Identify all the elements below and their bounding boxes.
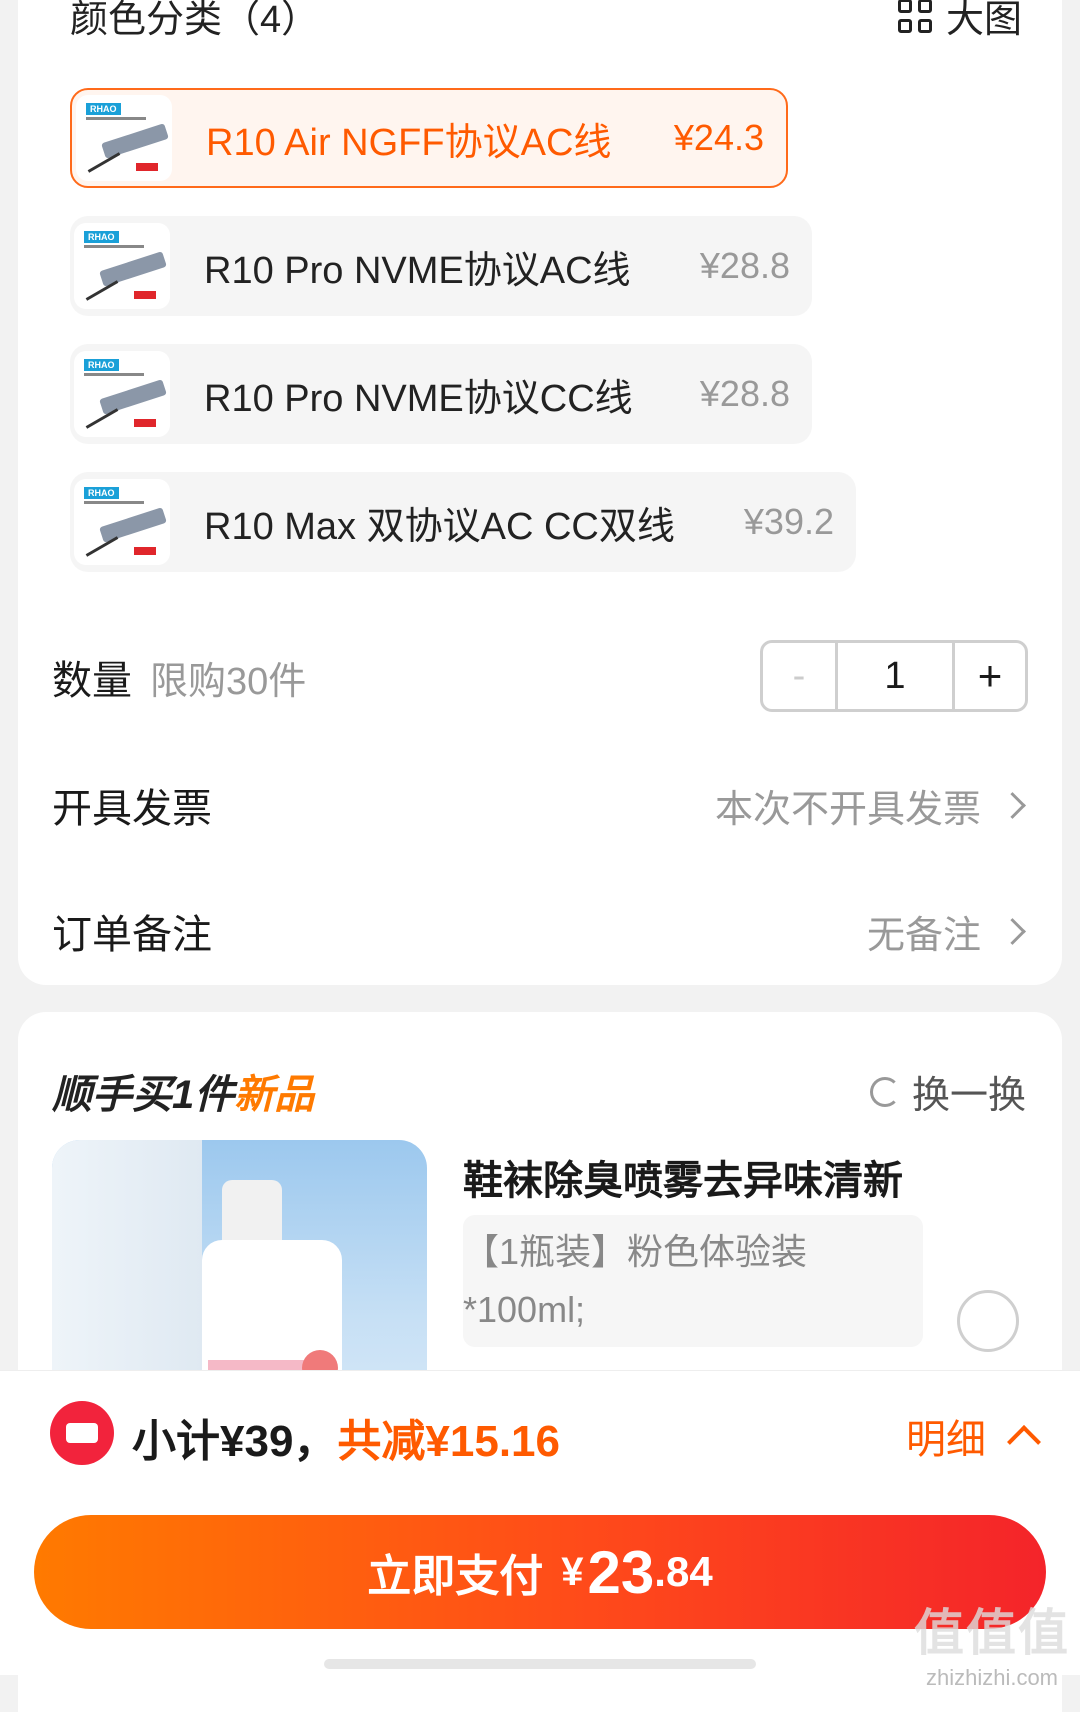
refresh-icon bbox=[869, 1076, 900, 1107]
sku-option-name: R10 Pro NVME协议AC线 bbox=[204, 249, 631, 292]
quantity-row: 数量 限购30件 bbox=[52, 648, 306, 706]
sku-option-3[interactable]: RHAO R10 Pro NVME协议CC线 ¥28.8 bbox=[70, 344, 812, 444]
spec-line-1: 【1瓶装】粉色体验装 bbox=[463, 1231, 808, 1272]
color-section-title: 颜色分类（4） bbox=[70, 0, 320, 41]
remark-value: 无备注 bbox=[866, 915, 981, 957]
watermark: 值值值 zhizhizhi.com bbox=[914, 1593, 1070, 1691]
quantity-label: 数量 bbox=[52, 659, 132, 703]
quantity-stepper[interactable]: - 1 + bbox=[760, 640, 1028, 712]
sku-option-4[interactable]: RHAO R10 Max 双协议AC CC双线 ¥39.2 bbox=[70, 472, 856, 572]
brand-logo: RHAO bbox=[86, 103, 121, 115]
invoice-label: 开具发票 bbox=[52, 787, 212, 831]
remark-selector[interactable]: 无备注 bbox=[866, 904, 1026, 959]
sku-thumbnail: RHAO bbox=[74, 223, 170, 309]
big-image-toggle[interactable]: 大图 bbox=[897, 0, 1022, 43]
swap-button[interactable]: 换一换 bbox=[869, 1064, 1026, 1119]
subtotal-amount: 小计¥39， bbox=[132, 1417, 338, 1466]
subtotal-text: 小计¥39，共减¥15.16 bbox=[132, 1405, 560, 1469]
swap-label: 换一换 bbox=[911, 1075, 1026, 1117]
sku-option-1[interactable]: RHAO R10 Air NGFF协议AC线 ¥24.3 bbox=[70, 88, 788, 188]
spec-line-2: *100ml; bbox=[463, 1289, 586, 1330]
add-on-title: 顺手买1件新品 bbox=[52, 1062, 314, 1120]
discount-amount: 共减¥15.16 bbox=[337, 1417, 560, 1466]
sku-option-price: ¥28.8 bbox=[699, 373, 790, 414]
increment-button[interactable]: + bbox=[955, 643, 1025, 709]
invoice-value: 本次不开具发票 bbox=[714, 789, 981, 831]
checkout-footer: 小计¥39，共减¥15.16 明细 立即支付 ¥ 23 .84 值值值 zhiz… bbox=[0, 1370, 1080, 1690]
sku-thumbnail: RHAO bbox=[76, 95, 172, 181]
pay-now-button[interactable]: 立即支付 ¥ 23 .84 bbox=[34, 1515, 1046, 1629]
pay-currency: ¥ bbox=[561, 1549, 584, 1594]
add-on-title-highlight: 新品 bbox=[234, 1073, 315, 1117]
sku-thumbnail: RHAO bbox=[74, 479, 170, 565]
sku-option-name: R10 Air NGFF协议AC线 bbox=[206, 121, 612, 164]
sku-option-price: ¥28.8 bbox=[699, 245, 790, 286]
big-image-label: 大图 bbox=[945, 0, 1022, 41]
brand-logo: RHAO bbox=[84, 231, 119, 243]
home-indicator bbox=[324, 1659, 756, 1669]
decrement-button[interactable]: - bbox=[763, 643, 838, 709]
sku-option-price: ¥24.3 bbox=[673, 117, 764, 158]
grid-icon bbox=[897, 0, 932, 33]
chevron-up-icon bbox=[1007, 1425, 1041, 1459]
add-on-product-title[interactable]: 鞋袜除臭喷雾去异味清新 bbox=[463, 1148, 903, 1206]
remark-label: 订单备注 bbox=[52, 913, 212, 957]
sku-option-name: R10 Pro NVME协议CC线 bbox=[204, 377, 633, 420]
detail-button[interactable]: 明细 bbox=[906, 1407, 1041, 1465]
sku-thumbnail: RHAO bbox=[74, 351, 170, 437]
sku-option-2[interactable]: RHAO R10 Pro NVME协议AC线 ¥28.8 bbox=[70, 216, 812, 316]
pay-amount-integer: 23 bbox=[587, 1538, 655, 1606]
quantity-value[interactable]: 1 bbox=[838, 643, 955, 709]
brand-logo: RHAO bbox=[84, 487, 119, 499]
chevron-right-icon bbox=[999, 918, 1026, 945]
sku-option-price: ¥39.2 bbox=[743, 501, 834, 542]
sku-option-name: R10 Max 双协议AC CC双线 bbox=[204, 505, 675, 548]
brand-logo: RHAO bbox=[84, 359, 119, 371]
add-on-select-radio[interactable] bbox=[957, 1290, 1019, 1352]
sku-card: 颜色分类（4） 大图 RHAO R10 Air NGFF协议AC线 ¥24.3 … bbox=[18, 0, 1062, 985]
detail-label: 明细 bbox=[906, 1418, 986, 1462]
invoice-selector[interactable]: 本次不开具发票 bbox=[714, 778, 1026, 833]
watermark-url: zhizhizhi.com bbox=[925, 1665, 1059, 1690]
watermark-logo: 值值值 bbox=[914, 1605, 1070, 1661]
pay-label: 立即支付 bbox=[367, 1552, 544, 1601]
quantity-limit: 限购30件 bbox=[150, 661, 307, 703]
add-on-spec-selector[interactable]: 【1瓶装】粉色体验装 *100ml; bbox=[463, 1215, 923, 1347]
add-on-title-prefix: 顺手买1件 bbox=[52, 1073, 235, 1117]
chevron-right-icon bbox=[999, 792, 1026, 819]
pay-amount-decimal: .84 bbox=[654, 1548, 713, 1595]
coupon-icon bbox=[50, 1401, 114, 1465]
